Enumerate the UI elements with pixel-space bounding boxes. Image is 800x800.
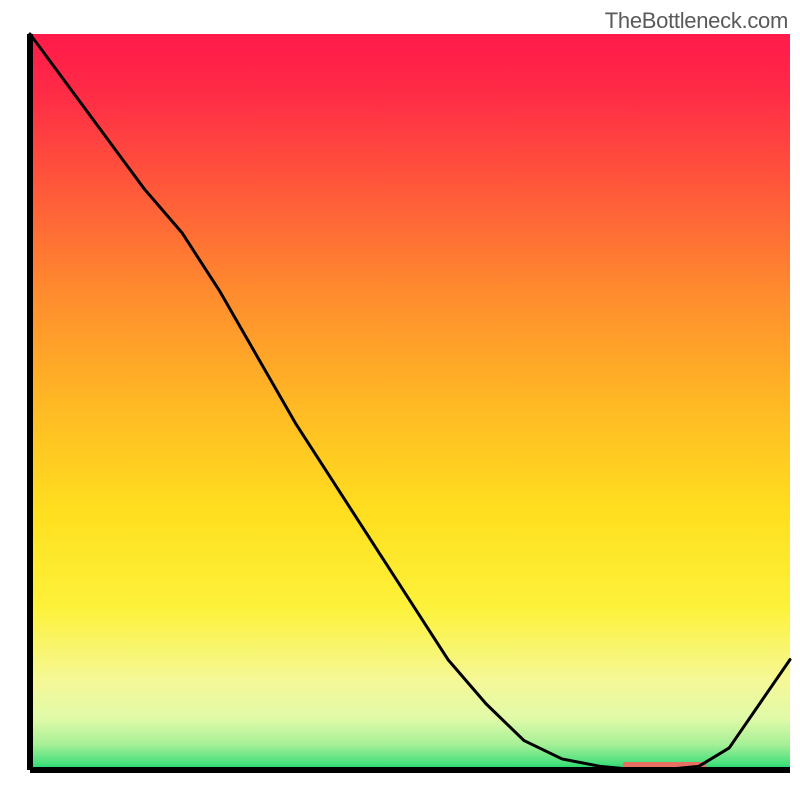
bottleneck-chart [0,0,800,800]
gradient-background [30,34,790,770]
chart-container: TheBottleneck.com [0,0,800,800]
